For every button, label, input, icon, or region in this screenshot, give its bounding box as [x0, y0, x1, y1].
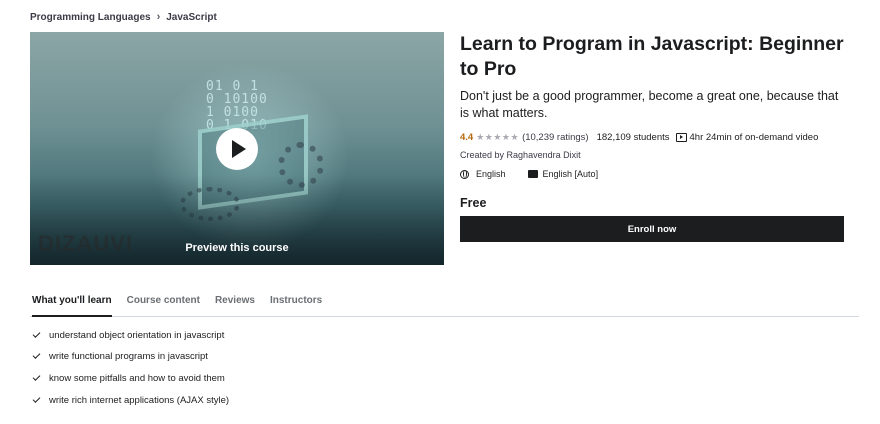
chevron-right-icon: ›: [156, 11, 161, 23]
course-tabs: What you'll learn Course content Reviews…: [30, 290, 859, 317]
course-preview-video[interactable]: 01 0 1 0 10100 1 0100 0 1 010 DIZAUVI Pr…: [30, 32, 444, 265]
breadcrumb-link-javascript[interactable]: JavaScript: [166, 12, 217, 23]
list-item: write functional programs in javascript: [32, 351, 229, 363]
tab-reviews[interactable]: Reviews: [215, 290, 255, 317]
globe-icon: [460, 169, 469, 179]
breadcrumb: Programming Languages › JavaScript: [30, 10, 217, 24]
created-by: Created by Raghavendra Dixit: [460, 150, 850, 160]
course-price: Free: [460, 196, 487, 210]
student-count: 182,109 students: [596, 131, 670, 143]
course-subtitle: Don't just be a good programmer, become …: [460, 89, 839, 120]
star-rating-icon: ★★★★★: [476, 131, 520, 142]
course-meta: 4.4 ★★★★★ (10,239 ratings) 182,109 stude…: [460, 131, 850, 143]
learning-outcome: know some pitfalls and how to avoid them: [49, 373, 225, 385]
checkmark-icon: [32, 351, 41, 360]
captions-icon: [527, 170, 538, 178]
language-info: English English [Auto]: [460, 168, 850, 180]
tab-course-content[interactable]: Course content: [127, 290, 200, 317]
breadcrumb-link-programming-languages[interactable]: Programming Languages: [30, 12, 151, 23]
checkmark-icon: [32, 373, 41, 381]
list-item: understand object orientation in javascr…: [32, 329, 229, 341]
tab-what-youll-learn[interactable]: What you'll learn: [32, 290, 112, 317]
learning-outcome: understand object orientation in javascr…: [49, 329, 225, 341]
learning-outcome: write functional programs in javascript: [49, 351, 208, 363]
enroll-button[interactable]: Enroll now: [460, 216, 844, 242]
rating-value: 4.4: [460, 131, 474, 143]
created-by-label: Created by: [460, 150, 505, 160]
checkmark-icon: [32, 329, 41, 338]
play-button[interactable]: [216, 128, 258, 170]
course-language: English: [476, 169, 506, 179]
course-captions: English [Auto]: [542, 169, 599, 179]
course-title: Learn to Program in Javascript: Beginner…: [460, 33, 844, 80]
list-item: write rich internet applications (AJAX s…: [32, 394, 229, 406]
video-duration: 4hr 24min of on-demand video: [689, 131, 819, 143]
video-icon: [675, 132, 687, 142]
list-item: know some pitfalls and how to avoid them: [32, 373, 229, 385]
course-info: Learn to Program in Javascript: Beginner…: [460, 32, 850, 242]
checkmark-icon: [32, 395, 41, 403]
instructor-link[interactable]: Raghavendra Dixit: [507, 150, 581, 160]
rating-count-link[interactable]: (10,239 ratings): [522, 132, 589, 143]
preview-caption[interactable]: Preview this course: [30, 242, 444, 254]
play-icon: [232, 140, 246, 158]
learning-outcomes-list: understand object orientation in javascr…: [32, 329, 229, 416]
learning-outcome: write rich internet applications (AJAX s…: [49, 394, 230, 406]
tab-instructors[interactable]: Instructors: [270, 290, 322, 317]
